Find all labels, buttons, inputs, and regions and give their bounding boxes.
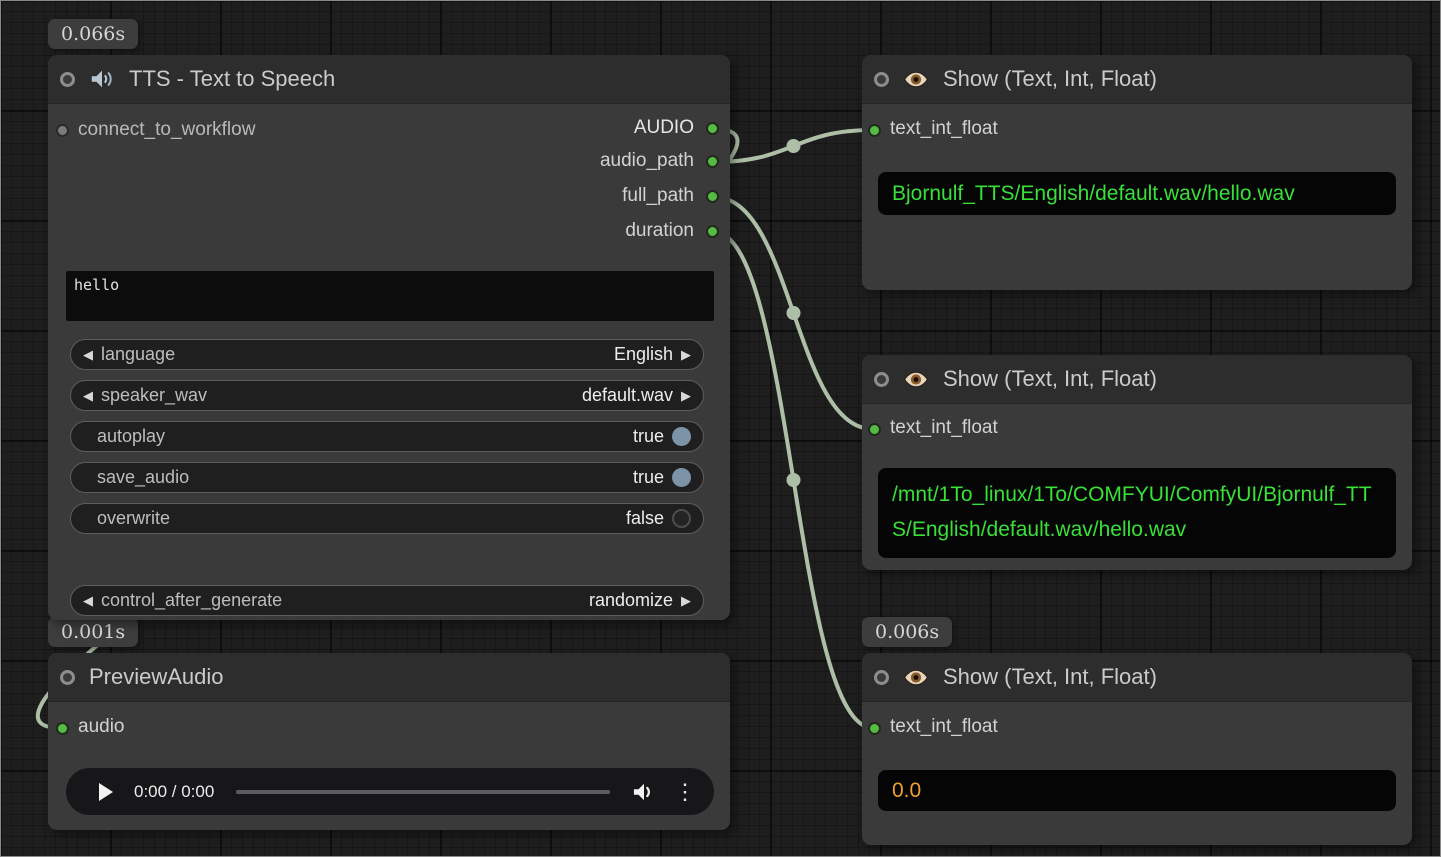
- output-slot-label-audio-path: audio_path: [600, 150, 694, 172]
- eye-icon: [903, 371, 929, 388]
- wire-midpoint-dot[interactable]: [787, 306, 801, 320]
- combo-label: language: [101, 344, 175, 365]
- node-tts-text-to-speech[interactable]: TTS - Text to Speech connect_to_workflow…: [48, 55, 730, 620]
- overflow-menu-icon[interactable]: ⋮: [674, 781, 696, 803]
- input-slot-dot-text-int-float[interactable]: [868, 722, 881, 735]
- audio-time: 0:00 / 0:00: [134, 782, 214, 802]
- input-slot-dot-connect-to-workflow[interactable]: [56, 124, 69, 137]
- collapse-dot[interactable]: [60, 72, 75, 87]
- output-slot-dot-duration[interactable]: [706, 225, 719, 238]
- combo-value: English: [614, 344, 673, 365]
- combo-left-arrow-icon[interactable]: ◀: [83, 594, 93, 607]
- play-icon[interactable]: [98, 783, 114, 801]
- node-title: TTS - Text to Speech: [129, 66, 335, 92]
- combo-right-arrow-icon[interactable]: ▶: [681, 389, 691, 402]
- input-slot-label: connect_to_workflow: [78, 119, 255, 141]
- combo-value: default.wav: [582, 385, 673, 406]
- node-title-bar[interactable]: TTS - Text to Speech: [48, 55, 730, 104]
- input-slot-dot-audio[interactable]: [56, 722, 69, 735]
- combo-label: speaker_wav: [101, 385, 207, 406]
- node-show-text-3[interactable]: Show (Text, Int, Float) text_int_float 0…: [862, 653, 1412, 845]
- toggle-save-audio[interactable]: save_audio true: [70, 462, 704, 493]
- combo-label: control_after_generate: [101, 590, 282, 611]
- node-title-bar[interactable]: PreviewAudio: [48, 653, 730, 702]
- combo-left-arrow-icon[interactable]: ◀: [83, 389, 93, 402]
- node-title: PreviewAudio: [89, 664, 224, 690]
- node-title: Show (Text, Int, Float): [943, 664, 1157, 690]
- output-slot-label-duration: duration: [625, 220, 694, 242]
- timing-badge-tts: 0.066s: [48, 19, 138, 49]
- combo-right-arrow-icon[interactable]: ▶: [681, 348, 691, 361]
- node-title-bar[interactable]: Show (Text, Int, Float): [862, 55, 1412, 104]
- node-title-bar[interactable]: Show (Text, Int, Float): [862, 653, 1412, 702]
- combo-value: randomize: [589, 590, 673, 611]
- output-slot-dot-audio-path[interactable]: [706, 155, 719, 168]
- toggle-knob[interactable]: [672, 427, 691, 446]
- collapse-dot[interactable]: [874, 72, 889, 87]
- output-slot-label-full-path: full_path: [622, 185, 694, 207]
- collapse-dot[interactable]: [874, 670, 889, 685]
- output-slot-label-audio: AUDIO: [634, 117, 694, 139]
- input-slot-label: text_int_float: [890, 417, 998, 439]
- toggle-value: false: [626, 508, 664, 529]
- node-graph-canvas[interactable]: 0.066s 0.001s 0.006s TTS - Text to Speec…: [0, 0, 1441, 857]
- combo-language[interactable]: ◀ language English ▶: [70, 339, 704, 370]
- timing-badge-show3: 0.006s: [862, 617, 952, 647]
- input-slot-label: text_int_float: [890, 118, 998, 140]
- combo-control-after-generate[interactable]: ◀ control_after_generate randomize ▶: [70, 585, 704, 616]
- toggle-overwrite[interactable]: overwrite false: [70, 503, 704, 534]
- show-text-value: /mnt/1To_linux/1To/COMFYUI/ComfyUI/Bjorn…: [878, 468, 1396, 558]
- toggle-label: autoplay: [83, 426, 165, 447]
- toggle-knob[interactable]: [672, 509, 691, 528]
- node-title: Show (Text, Int, Float): [943, 66, 1157, 92]
- toggle-knob[interactable]: [672, 468, 691, 487]
- input-slot-dot-text-int-float[interactable]: [868, 423, 881, 436]
- eye-icon: [903, 71, 929, 88]
- text-prompt-input[interactable]: hello: [66, 271, 714, 321]
- toggle-label: overwrite: [83, 508, 170, 529]
- node-title: Show (Text, Int, Float): [943, 366, 1157, 392]
- node-title-bar[interactable]: Show (Text, Int, Float): [862, 355, 1412, 404]
- wire-midpoint-dot[interactable]: [787, 473, 801, 487]
- input-slot-dot-text-int-float[interactable]: [868, 124, 881, 137]
- eye-icon: [903, 669, 929, 686]
- toggle-autoplay[interactable]: autoplay true: [70, 421, 704, 452]
- input-slot-label: text_int_float: [890, 716, 998, 738]
- combo-speaker-wav[interactable]: ◀ speaker_wav default.wav ▶: [70, 380, 704, 411]
- collapse-dot[interactable]: [874, 372, 889, 387]
- show-text-value: 0.0: [878, 770, 1396, 811]
- wire-midpoint-dot[interactable]: [787, 139, 801, 153]
- audio-seekbar[interactable]: [236, 790, 610, 794]
- toggle-value: true: [633, 467, 664, 488]
- speaker-sound-icon: [89, 67, 115, 91]
- show-text-value: Bjornulf_TTS/English/default.wav/hello.w…: [878, 172, 1396, 215]
- input-slot-label: audio: [78, 716, 125, 738]
- timing-badge-preview-audio: 0.001s: [48, 617, 138, 647]
- toggle-label: save_audio: [83, 467, 189, 488]
- node-show-text-2[interactable]: Show (Text, Int, Float) text_int_float /…: [862, 355, 1412, 570]
- collapse-dot[interactable]: [60, 670, 75, 685]
- node-show-text-1[interactable]: Show (Text, Int, Float) text_int_float B…: [862, 55, 1412, 290]
- combo-left-arrow-icon[interactable]: ◀: [83, 348, 93, 361]
- volume-icon[interactable]: [632, 781, 656, 803]
- audio-player[interactable]: 0:00 / 0:00 ⋮: [66, 768, 714, 815]
- node-preview-audio[interactable]: PreviewAudio audio 0:00 / 0:00 ⋮: [48, 653, 730, 830]
- output-slot-dot-audio[interactable]: [706, 122, 719, 135]
- output-slot-dot-full-path[interactable]: [706, 190, 719, 203]
- combo-right-arrow-icon[interactable]: ▶: [681, 594, 691, 607]
- toggle-value: true: [633, 426, 664, 447]
